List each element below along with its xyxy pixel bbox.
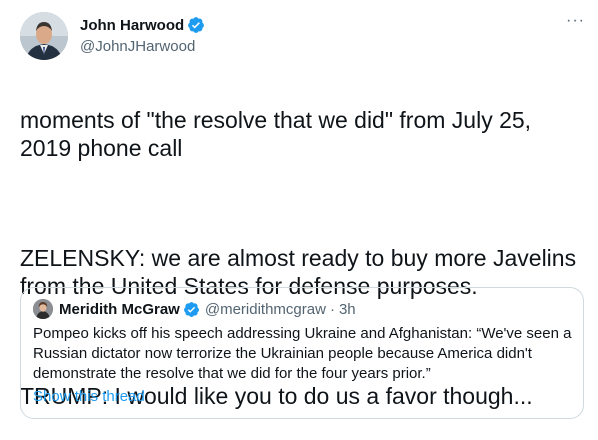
meta-separator: · [329, 300, 335, 318]
author-handle[interactable]: @JohnJHarwood [80, 38, 205, 55]
quoted-author-avatar[interactable] [33, 299, 53, 319]
author-avatar[interactable] [20, 12, 68, 60]
quoted-tweet-text: Pompeo kicks off his speech addressing U… [33, 325, 572, 382]
tweet-author: John Harwood @JohnJHarwood [80, 15, 205, 55]
quoted-tweet-header: Meridith McGraw @meridithmcgraw · 3h [33, 299, 356, 319]
person-portrait-icon [33, 299, 53, 319]
tweet-card: John Harwood @JohnJHarwood ··· moments o… [0, 0, 598, 440]
quoted-tweet[interactable]: Meridith McGraw @meridithmcgraw · 3h Pom… [20, 287, 584, 419]
quoted-author-handle[interactable]: @meridithmcgraw [205, 301, 326, 318]
tweet-paragraph: moments of "the resolve that we did" fro… [20, 107, 532, 161]
person-portrait-icon [20, 12, 68, 60]
author-display-name[interactable]: John Harwood [80, 17, 184, 34]
more-options-icon[interactable]: ··· [566, 13, 588, 32]
quoted-author-display-name[interactable]: Meridith McGraw [59, 301, 180, 318]
verified-badge-icon [188, 17, 205, 33]
show-thread-link[interactable]: Show this thread [33, 388, 145, 405]
quoted-tweet-timestamp[interactable]: 3h [339, 301, 356, 318]
verified-badge-icon [183, 301, 199, 317]
